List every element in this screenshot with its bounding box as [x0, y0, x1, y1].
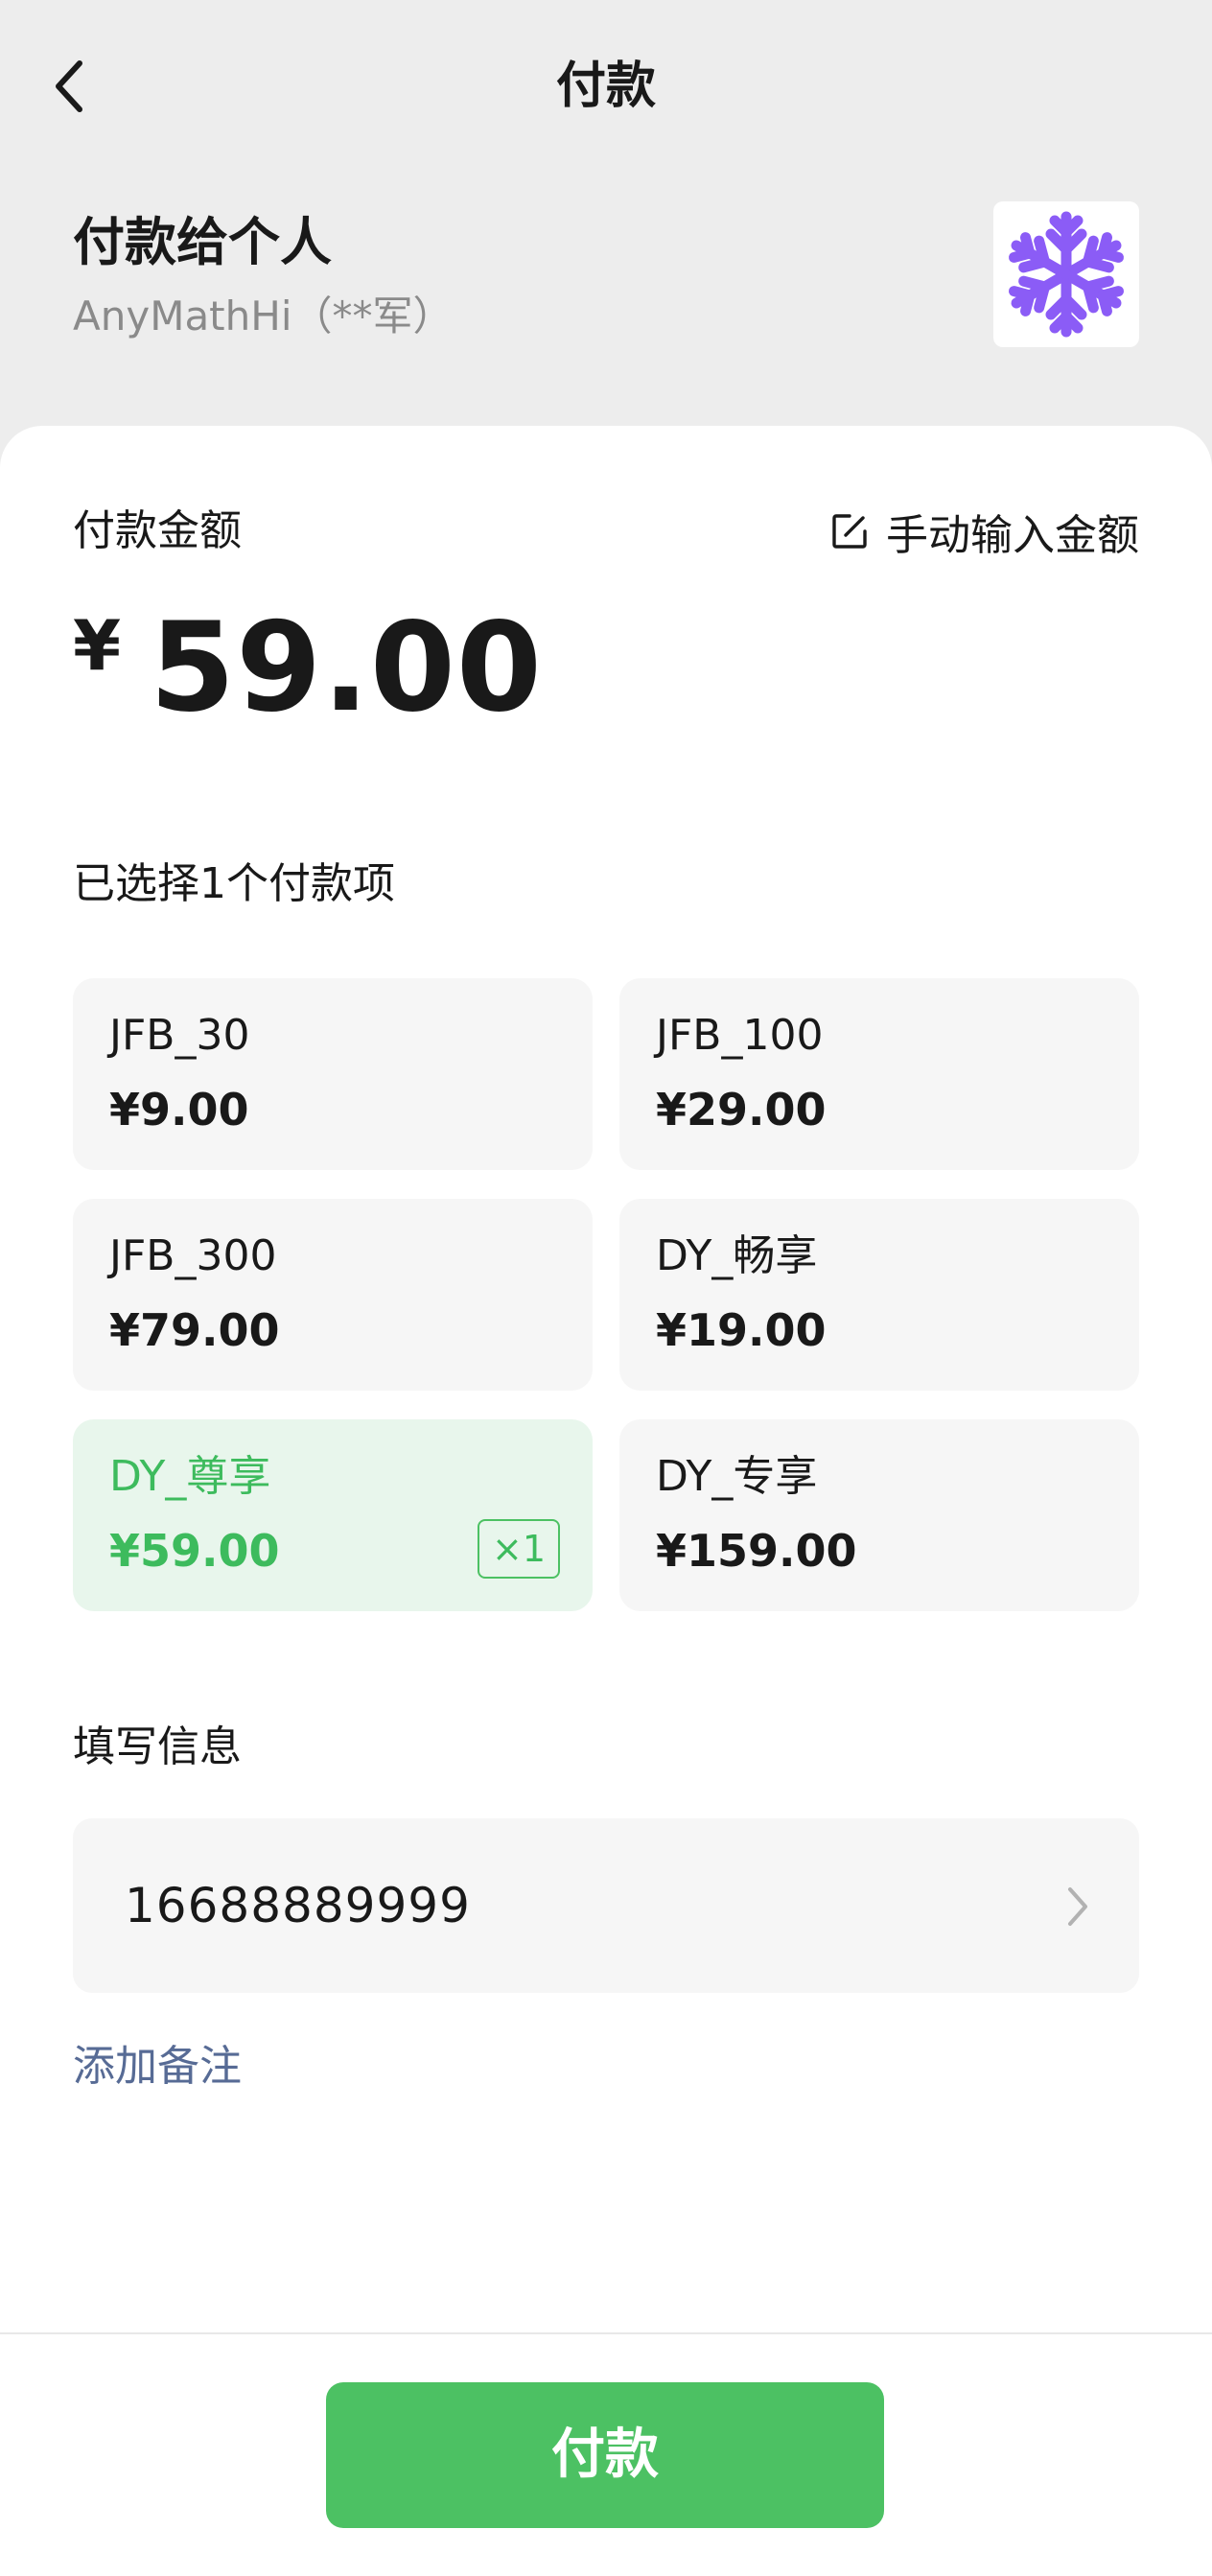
item-price: ¥159.00 [656, 1525, 857, 1577]
item-name: DY_尊享 [109, 1452, 271, 1501]
item-price: ¥79.00 [109, 1304, 280, 1356]
info-value: 16688889999 [125, 1878, 471, 1933]
payment-item[interactable]: DY_畅享 ¥19.00 [619, 1199, 1139, 1391]
avatar [993, 201, 1139, 347]
payee-name: AnyMathHi（**军） [73, 293, 454, 340]
snowflake-icon [999, 211, 1133, 341]
edit-icon [832, 514, 867, 549]
payment-card: 付款金额 手动输入金额 ¥ 59.00 已选择1个付款项 JFB_30 ¥9.0… [0, 426, 1212, 2576]
payment-item[interactable]: JFB_100 ¥29.00 [619, 978, 1139, 1170]
chevron-left-icon [56, 60, 82, 112]
item-price: ¥59.00 [109, 1525, 280, 1577]
add-note-link[interactable]: 添加备注 [73, 2037, 242, 2096]
item-price: ¥29.00 [656, 1084, 827, 1136]
item-name: DY_专享 [656, 1452, 818, 1501]
info-field[interactable]: 16688889999 [73, 1818, 1139, 1993]
page-title: 付款 [555, 58, 656, 115]
amount-value: 59.00 [150, 597, 543, 739]
item-name: JFB_100 [656, 1011, 824, 1060]
divider [0, 2332, 1212, 2334]
item-name: JFB_30 [109, 1011, 250, 1060]
payment-item[interactable]: DY_专享 ¥159.00 [619, 1419, 1139, 1611]
currency-symbol: ¥ [73, 605, 122, 686]
item-price: ¥9.00 [109, 1084, 249, 1136]
item-name: DY_畅享 [656, 1231, 818, 1280]
amount-label: 付款金额 [73, 506, 242, 555]
item-name: JFB_300 [109, 1231, 277, 1280]
payment-item-selected[interactable]: DY_尊享 ¥59.00 ×1 [73, 1419, 593, 1611]
payment-page: 付款 付款给个人 AnyMathHi（**军） 付款金额 手动输入金额 ¥ 59… [0, 0, 1212, 2576]
payment-item[interactable]: JFB_30 ¥9.00 [73, 978, 593, 1170]
amount-display: ¥ 59.00 [73, 597, 543, 740]
payee-title: 付款给个人 [73, 212, 332, 272]
payment-item[interactable]: JFB_300 ¥79.00 [73, 1199, 593, 1391]
selection-summary: 已选择1个付款项 [73, 859, 395, 908]
quantity-badge[interactable]: ×1 [478, 1519, 560, 1579]
back-button[interactable] [46, 56, 92, 117]
manual-entry-button[interactable]: 手动输入金额 [830, 503, 1139, 560]
info-label: 填写信息 [73, 1722, 242, 1771]
manual-entry-label: 手动输入金额 [886, 511, 1139, 560]
pay-button[interactable]: 付款 [326, 2382, 884, 2528]
item-price: ¥19.00 [656, 1304, 827, 1356]
chevron-right-icon [1068, 1887, 1087, 1926]
